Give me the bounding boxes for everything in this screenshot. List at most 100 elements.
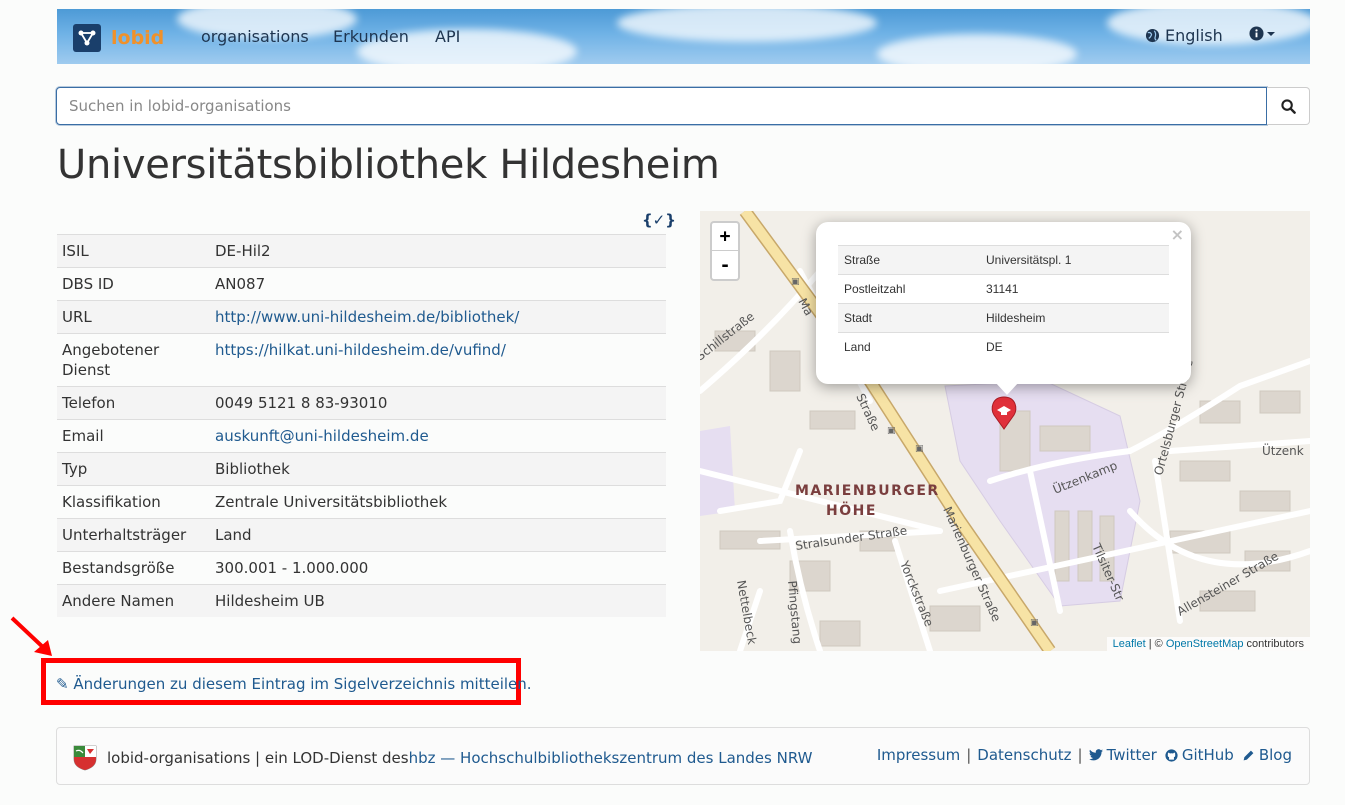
table-row: URL http://www.uni-hildesheim.de/biblioth… [57, 300, 666, 334]
row-value-link[interactable]: auskunft@uni-hildesheim.de [215, 427, 429, 445]
row-value: Land [210, 518, 666, 552]
popup-row-value: 31141 [980, 274, 1169, 304]
search-input[interactable] [56, 87, 1267, 125]
footer-text: lobid-organisations | ein LOD-Dienst des [107, 749, 409, 767]
table-row: Email auskunft@uni-hildesheim.de [57, 419, 666, 453]
table-row: DBS ID AN087 [57, 267, 666, 301]
zoom-control: + - [710, 221, 740, 281]
svg-text:HÖHE: HÖHE [826, 501, 877, 519]
details-table: ISIL DE-Hil2 DBS ID AN087 URL http://www.uni-… [57, 234, 666, 617]
footer: lobid-organisations | ein LOD-Dienst des… [56, 727, 1310, 785]
impressum-link[interactable]: Impressum [877, 746, 960, 764]
row-value: 0049 5121 8 83-93010 [210, 386, 666, 420]
json-ld-icon[interactable]: {✓} [642, 211, 676, 229]
nav-link-organisations[interactable]: organisations [201, 27, 309, 46]
nrw-coat-of-arms-icon [73, 745, 97, 771]
row-label: DBS ID [57, 267, 210, 301]
popup-row-value: Hildesheim [980, 303, 1169, 333]
svg-text:▣: ▣ [1030, 618, 1039, 628]
row-value: 300.001 - 1.000.000 [210, 551, 666, 585]
row-value: Zentrale Universitätsbibliothek [210, 485, 666, 519]
annotation-arrow-icon [10, 616, 52, 656]
popup-row: Postleitzahl 31141 [838, 274, 1169, 304]
zoom-out-button[interactable]: - [712, 251, 738, 279]
leaflet-link[interactable]: Leaflet [1113, 638, 1146, 650]
table-row: Unterhaltsträger Land [57, 518, 666, 552]
table-row: Typ Bibliothek [57, 452, 666, 486]
row-value-cell: http://www.uni-hildesheim.de/bibliothek/ [210, 300, 666, 334]
row-value-link[interactable]: http://www.uni-hildesheim.de/bibliothek/ [215, 308, 519, 326]
row-label: Andere Namen [57, 584, 210, 617]
popup-row-label: Land [838, 332, 980, 361]
popup-address-table: Straße Universitätspl. 1 Postleitzahl 31141… [838, 245, 1169, 361]
twitter-link[interactable]: Twitter [1088, 746, 1157, 764]
popup-row-value: Universitätspl. 1 [980, 245, 1169, 275]
globe-icon [1145, 28, 1160, 43]
row-value-link[interactable]: https://hilkat.uni-hildesheim.de/vufind/ [215, 341, 506, 359]
popup-row-label: Straße [838, 245, 980, 275]
row-label: Email [57, 419, 210, 453]
row-value: DE-Hil2 [210, 234, 666, 268]
github-label: GitHub [1181, 746, 1234, 764]
row-value: Hildesheim UB [210, 584, 666, 617]
github-icon [1165, 748, 1178, 762]
table-row: Klassifikation Zentrale Universitätsbibli… [57, 485, 666, 519]
map-attribution: Leaflet | © OpenStreetMap contributors [1106, 637, 1310, 651]
row-label: ISIL [57, 234, 210, 268]
nav-link-api[interactable]: API [435, 27, 460, 46]
row-label: Typ [57, 452, 210, 486]
language-label: English [1165, 26, 1223, 45]
caret-down-icon [1267, 31, 1275, 36]
table-row: Bestandsgröße 300.001 - 1.000.000 [57, 551, 666, 585]
table-row: Telefon 0049 5121 8 83-93010 [57, 386, 666, 420]
row-label: Unterhaltsträger [57, 518, 210, 552]
table-row: Andere Namen Hildesheim UB [57, 584, 666, 617]
datenschutz-link[interactable]: Datenschutz [977, 746, 1071, 764]
row-label: Klassifikation [57, 485, 210, 519]
popup-row-label: Postleitzahl [838, 274, 980, 304]
hbz-link[interactable]: hbz — Hochschulbibliothekszentrum des La… [409, 749, 813, 767]
blog-label: Blog [1258, 746, 1292, 764]
row-label: Angebotener Dienst [57, 333, 210, 387]
attribution-contributors: contributors [1243, 638, 1304, 650]
language-switch[interactable]: English [1145, 26, 1223, 45]
popup-row: Stadt Hildesheim [838, 303, 1169, 333]
brand-link[interactable]: lobid [73, 24, 164, 52]
row-label: Bestandsgröße [57, 551, 210, 585]
popup-close-button[interactable]: × [1171, 225, 1184, 244]
openstreetmap-link[interactable]: OpenStreetMap [1166, 638, 1244, 650]
search-bar [56, 87, 1310, 125]
svg-text:Ützenk: Ützenk [1262, 442, 1304, 458]
row-value: AN087 [210, 267, 666, 301]
blog-link[interactable]: Blog [1242, 746, 1292, 764]
footer-separator: | [1077, 746, 1083, 764]
report-changes-link[interactable]: ✎ Änderungen zu diesem Eintrag im Sigelv… [56, 675, 532, 693]
svg-text:MARIENBURGER: MARIENBURGER [795, 483, 940, 499]
pencil-icon [1243, 750, 1254, 760]
info-menu[interactable] [1249, 26, 1276, 41]
svg-text:▣: ▣ [915, 444, 924, 454]
search-button[interactable] [1267, 87, 1310, 125]
popup-row: Straße Universitätspl. 1 [838, 245, 1169, 275]
row-value-cell: https://hilkat.uni-hildesheim.de/vufind/ [210, 333, 666, 387]
row-value-cell: auskunft@uni-hildesheim.de [210, 419, 666, 453]
map-popup: × Straße Universitätspl. 1 Postleitzahl 311… [816, 222, 1191, 384]
svg-text:▣: ▣ [887, 426, 896, 436]
info-icon [1249, 26, 1264, 41]
nav-link-erkunden[interactable]: Erkunden [333, 27, 409, 46]
popup-row-value: DE [980, 332, 1169, 361]
search-icon [1280, 98, 1296, 114]
brand-text: lobid [111, 27, 165, 49]
row-value: Bibliothek [210, 452, 666, 486]
footer-separator: | [966, 746, 972, 764]
attribution-separator: | © [1145, 638, 1166, 650]
row-label: Telefon [57, 386, 210, 420]
popup-row: Land DE [838, 332, 1169, 361]
twitter-label: Twitter [1106, 746, 1157, 764]
map[interactable]: ▣ ▣ ▣ ▣ Schillstraße Ma Straße Ortelsburger… [700, 211, 1310, 651]
navbar: lobid organisations Erkunden API English [57, 9, 1310, 64]
zoom-in-button[interactable]: + [712, 223, 738, 251]
github-link[interactable]: GitHub [1165, 746, 1234, 764]
twitter-icon [1088, 749, 1103, 761]
popup-tip [995, 382, 1019, 395]
